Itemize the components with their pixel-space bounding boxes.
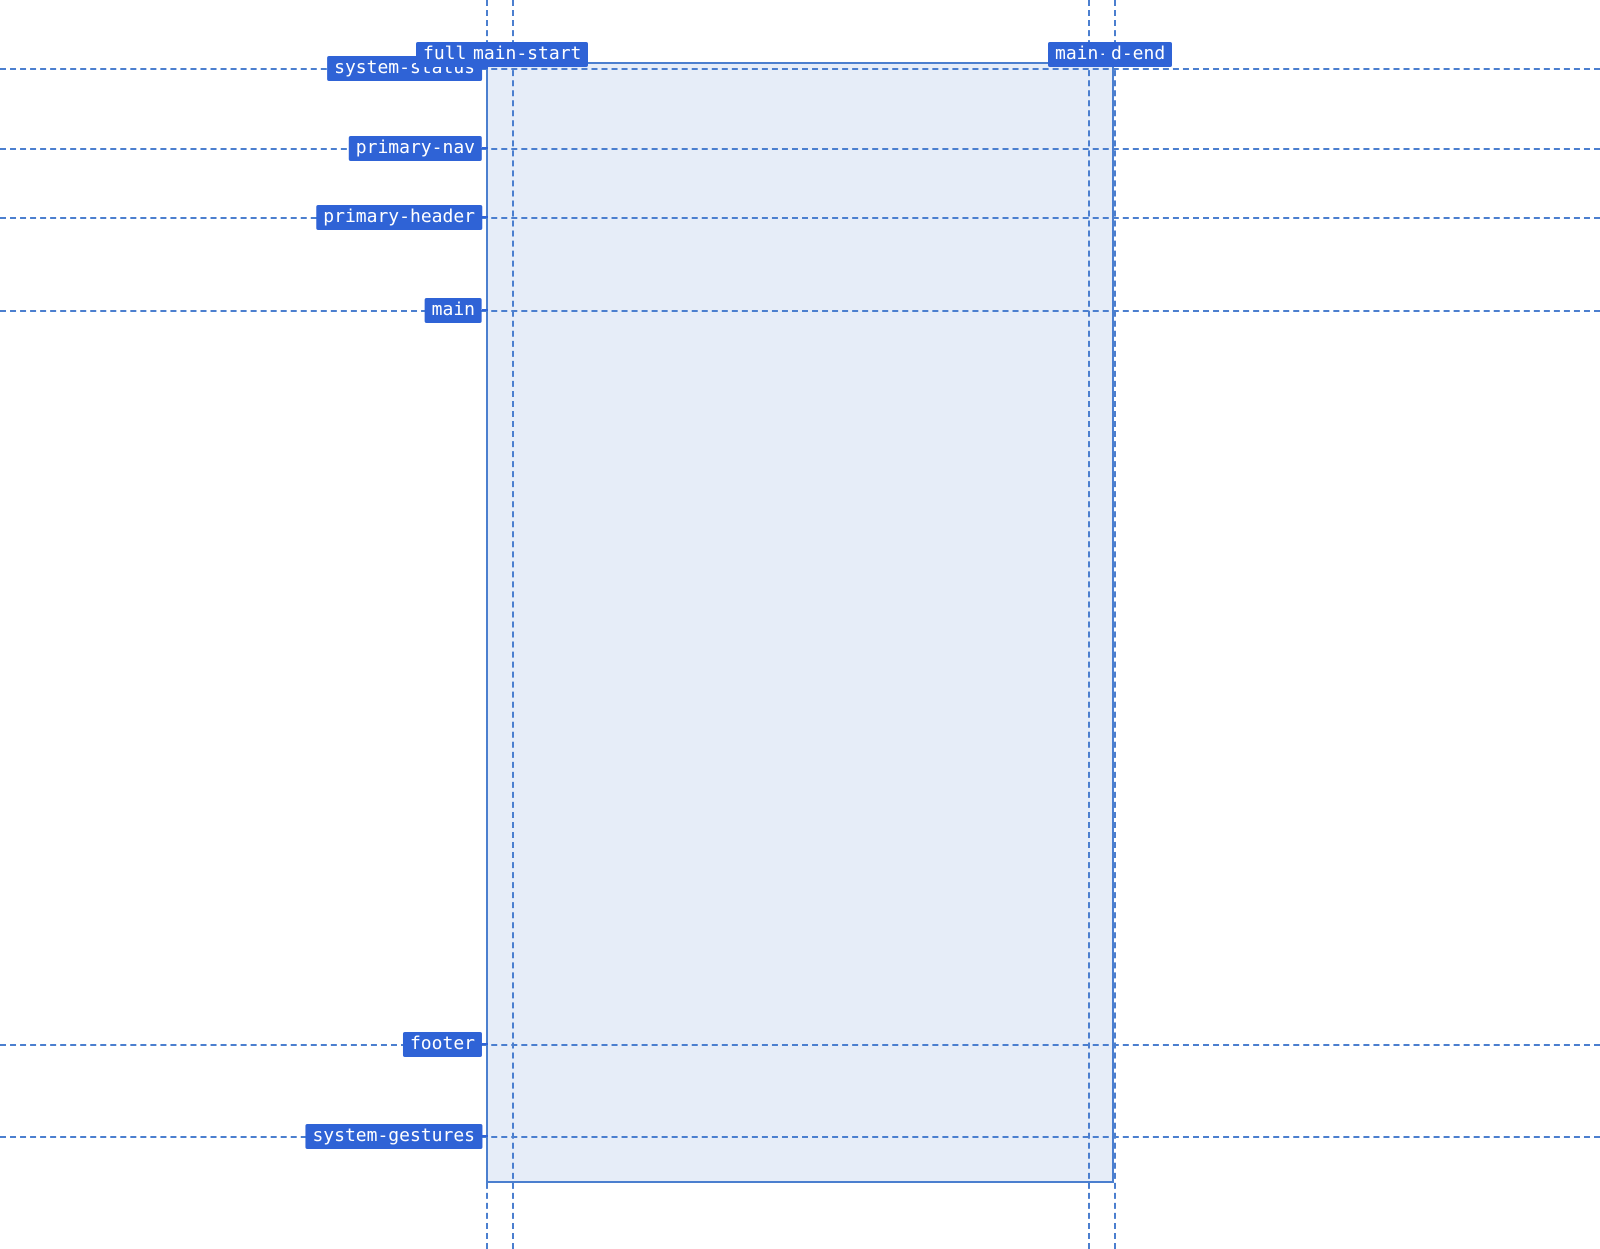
column-label-main-start: main-start: [466, 42, 588, 67]
tick-icon: [482, 309, 488, 311]
tick-icon: [482, 216, 488, 218]
column-guide-fullbleed-end: [1114, 0, 1116, 1249]
row-label-primary-nav: primary-nav: [349, 136, 482, 161]
row-guide-footer: [0, 1044, 1600, 1046]
column-guide-fullbleed-start: [486, 0, 488, 1249]
row-guide-primary-header: [0, 217, 1600, 219]
row-label-footer: footer: [403, 1032, 482, 1057]
tick-icon: [482, 1043, 488, 1045]
row-guide-system-status: [0, 68, 1600, 70]
row-guide-main: [0, 310, 1600, 312]
tick-icon: [482, 1135, 488, 1137]
row-guide-system-gestures: [0, 1136, 1600, 1138]
tick-icon: [482, 147, 488, 149]
column-guide-main-start: [512, 0, 514, 1249]
row-label-primary-header: primary-header: [316, 205, 482, 230]
row-label-system-gestures: system-gestures: [305, 1124, 482, 1149]
layout-diagram: fullb main-start main-end d-end system-s…: [0, 0, 1600, 1249]
column-label-fullbleed-end: d-end: [1104, 42, 1172, 67]
device-viewport-frame: [486, 62, 1114, 1183]
tick-icon: [482, 67, 488, 69]
row-guide-primary-nav: [0, 148, 1600, 150]
row-label-main: main: [425, 298, 482, 323]
column-guide-main-end: [1088, 0, 1090, 1249]
